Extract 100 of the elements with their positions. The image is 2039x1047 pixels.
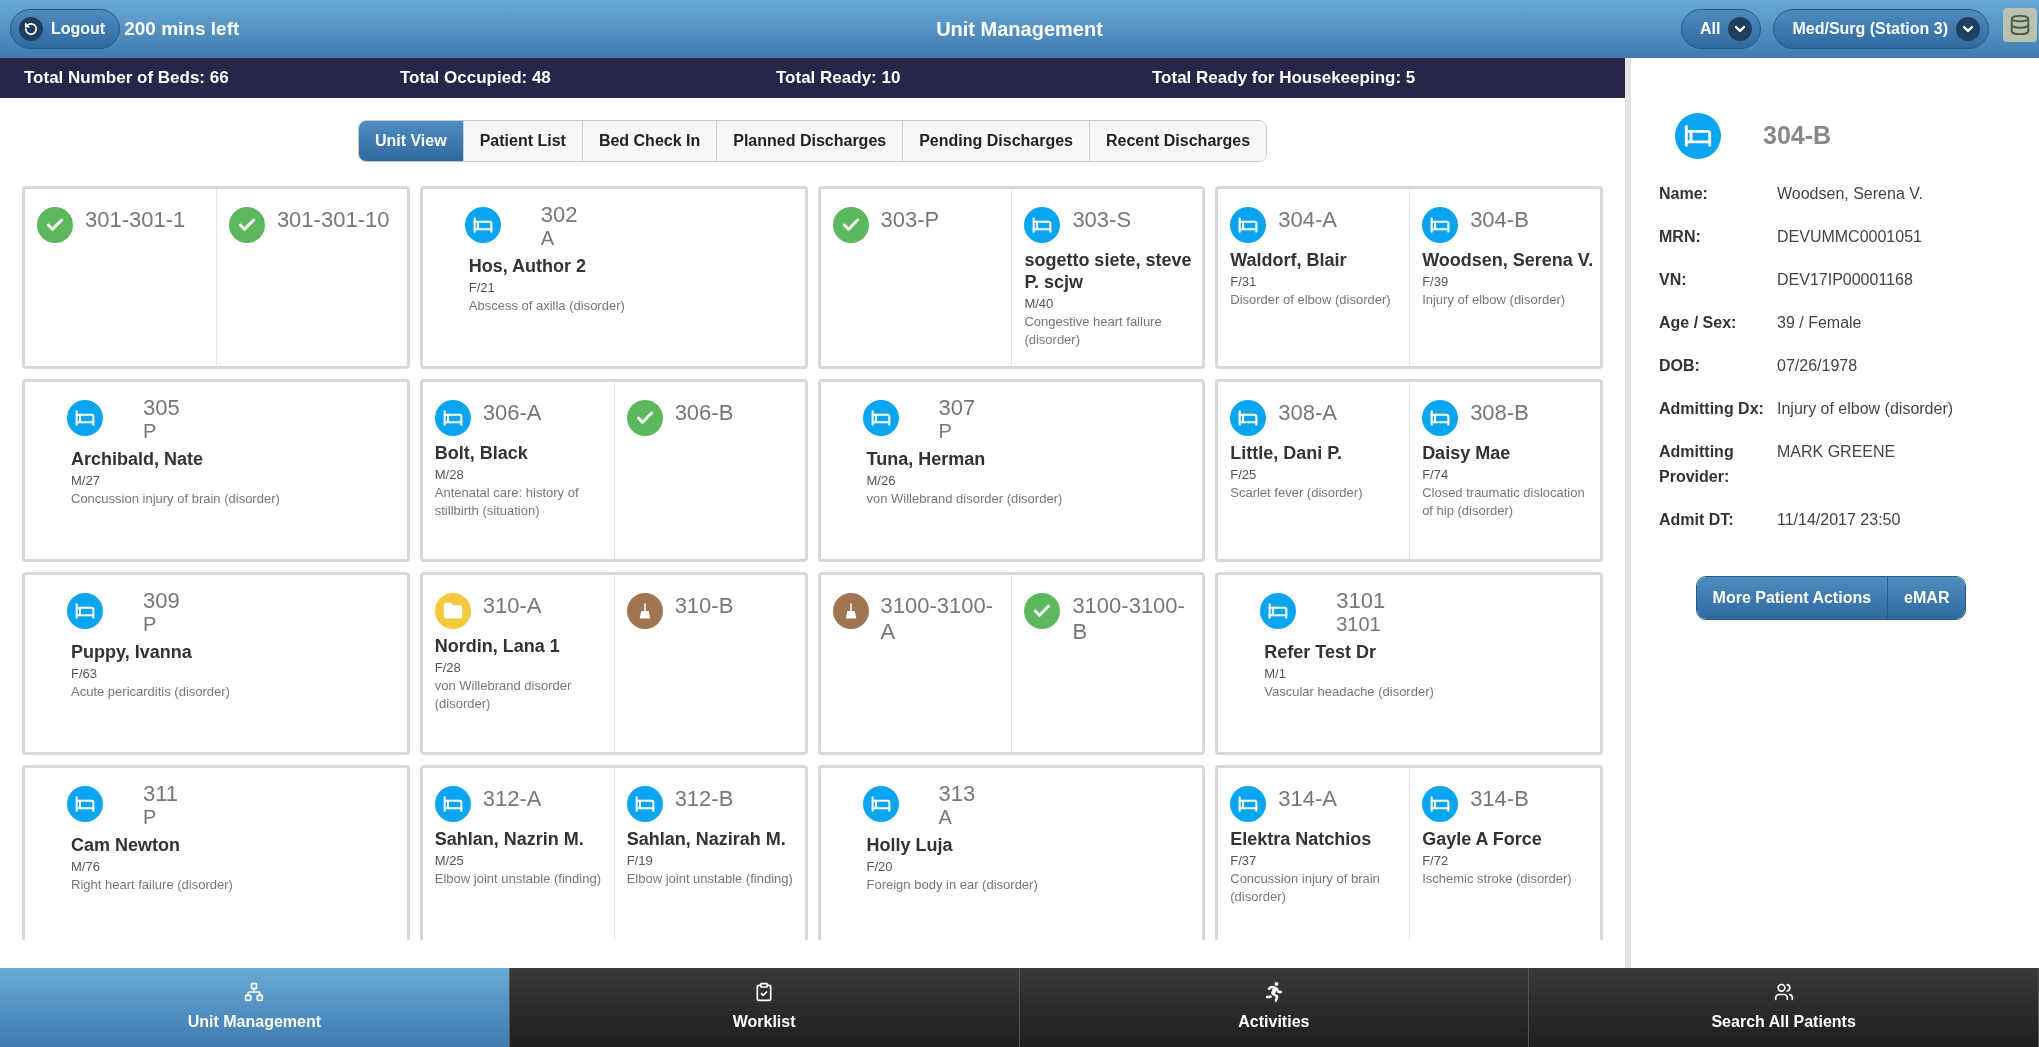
patient-name: Woodsen, Serena V. (1422, 249, 1594, 271)
bed-number: 310-A (482, 593, 542, 619)
patient-name: Nordin, Lana 1 (434, 635, 561, 657)
field-value: 11/14/2017 23:50 (1777, 510, 1901, 530)
bed-number: 303-S (1072, 207, 1132, 233)
bed-card[interactable]: 310-A Nordin, Lana 1 F/28 von Willebrand disorder (disorder) 310-B (419, 572, 808, 755)
filter-dropdown[interactable]: Med/Surg (Station 3) (1773, 9, 1989, 49)
bed-card[interactable]: 307 P Tuna, Herman M/26 von Willebrand disorder (disorder) (817, 379, 1206, 562)
diagnosis: Vascular headache (disorder) (1264, 683, 1435, 701)
sex-age: M/40 (1024, 295, 1055, 313)
bed-number: 312-B (674, 786, 734, 812)
view-tab[interactable]: Pending Discharges (902, 121, 1089, 161)
action-button[interactable]: More Patient Actions (1696, 577, 1888, 619)
bed-card[interactable]: 308-A Little, Dani P. F/25 Scarlet fever (disorder) 308-B Daisy Mae F/74 Closed traumatic dislocation of hip (disorder) (1215, 379, 1603, 562)
patient-name: Daisy Mae (1422, 442, 1512, 464)
bed-card[interactable]: 309 P Puppy, Ivanna F/63 Acute pericarditis (disorder) (22, 572, 410, 755)
bed-card[interactable]: 314-A Elektra Natchios F/37 Concussion injury of brain (disorder) 314-B Gayle A Force F/72 Ischemic stroke (disorder) (1215, 765, 1603, 940)
bed-label: P (143, 420, 157, 442)
bed-number: 306-A (482, 400, 542, 426)
stat-text: Total Ready for Housekeeping: 5 (1152, 67, 1417, 90)
sex-age: F/25 (1230, 466, 1258, 484)
page-title: Unit Management (936, 17, 1103, 42)
patient-name: Tuna, Herman (866, 448, 987, 470)
patient-name: Gayle A Force (1422, 828, 1543, 850)
view-tab[interactable]: Unit View (358, 121, 463, 161)
sex-age: M/27 (71, 472, 101, 490)
diagnosis: Scarlet fever (disorder) (1230, 484, 1364, 502)
bed-number: 3100-3100-B (1072, 593, 1186, 645)
bed-number: 309 (143, 589, 180, 613)
patient-name: Sahlan, Nazrin M. (434, 828, 585, 850)
field-value: Woodsen, Serena V. (1777, 184, 1923, 204)
sex-age: F/19 (626, 852, 654, 870)
bed-number: 303-P (880, 207, 940, 233)
nav-tab[interactable]: Activities (1019, 968, 1530, 1047)
patient-name: Holly Luja (866, 834, 954, 856)
field-label: DOB: (1659, 356, 1701, 376)
sex-age: F/21 (468, 279, 496, 297)
bed-number: 313 (938, 782, 976, 806)
field-label: MRN: (1659, 227, 1702, 247)
patient-name: Elektra Natchios (1230, 828, 1373, 850)
bed-number: 307 (938, 396, 976, 420)
field-label: Age / Sex: (1659, 313, 1738, 333)
view-tab[interactable]: Planned Discharges (716, 121, 903, 161)
view-tab[interactable]: Patient List (462, 121, 582, 161)
sex-age: M/1 (1264, 665, 1287, 683)
sex-age: F/39 (1422, 273, 1450, 291)
bed-number: 308-B (1470, 400, 1529, 426)
diagnosis: Foreign body in ear (disorder) (866, 876, 1039, 894)
logout-button[interactable]: Logout (10, 9, 121, 49)
bed-card[interactable]: 306-A Bolt, Black M/28 Antenatal care: history of stillbirth (situation) 306-B (419, 379, 808, 562)
nav-tab[interactable]: Search All Patients (1529, 968, 2039, 1047)
sex-age: F/37 (1230, 852, 1258, 870)
patient-name: Sahlan, Nazirah M. (626, 828, 787, 850)
logout-icon (19, 17, 43, 41)
filter-dropdown[interactable]: All (1681, 9, 1762, 49)
bed-card[interactable]: 311 P Cam Newton M/76 Right heart failure (disorder) (22, 765, 410, 940)
field-value: 07/26/1978 (1777, 356, 1858, 376)
view-tab[interactable]: Recent Discharges (1089, 121, 1267, 161)
patient-name: Refer Test Dr (1264, 641, 1377, 663)
chevron-icon (1728, 17, 1753, 41)
bed-card[interactable]: 305 P Archibald, Nate M/27 Concussion injury of brain (disorder) (22, 379, 410, 562)
bed-number: 301-301-1 (85, 207, 186, 233)
action-button[interactable]: eMAR (1887, 577, 1966, 619)
bed-card[interactable]: 303-P 303-S sogetto siete, steve P. scjw M/40 Congestive heart failure (disorder) (817, 186, 1206, 369)
nav-tab[interactable]: Unit Management (0, 968, 510, 1047)
clipboard-icon (754, 981, 775, 1002)
field-value: Injury of elbow (disorder) (1777, 399, 1954, 419)
bed-card[interactable]: 313 A Holly Luja F/20 Foreign body in ear (disorder) (817, 765, 1206, 940)
sex-age: F/74 (1422, 466, 1450, 484)
field-label: Admitting Dx: (1659, 399, 1765, 419)
bed-label: P (143, 613, 157, 635)
bed-number: 314-A (1278, 786, 1337, 812)
diagnosis: Abscess of axilla (disorder) (468, 297, 626, 315)
bed-number: 304-B (1470, 207, 1529, 233)
sex-age: F/72 (1422, 852, 1450, 870)
diagnosis: Acute pericarditis (disorder) (71, 683, 231, 701)
bed-card[interactable]: 302 A Hos, Author 2 F/21 Abscess of axilla (disorder) (419, 186, 808, 369)
bed-card[interactable]: 312-A Sahlan, Nazrin M. M/25 Elbow joint unstable (finding) 312-B Sahlan, Nazirah M. F/19 Elbow joint unstable (finding) (419, 765, 808, 940)
sex-age: M/76 (71, 858, 101, 876)
bed-card[interactable]: 3100-3100-A 3100-3100-B (817, 572, 1206, 755)
diagnosis: Congestive heart failure (disorder) (1024, 313, 1163, 349)
field-value: DEVUMMC0001051 (1777, 227, 1922, 247)
diagnosis: Elbow joint unstable (finding) (626, 870, 794, 888)
chevron-icon (1956, 17, 1980, 41)
bed-number: 305 (143, 396, 180, 420)
patient-name: Puppy, Ivanna (71, 641, 193, 663)
bed-card[interactable]: 304-A Waldorf, Blair F/31 Disorder of elbow (disorder) 304-B Woodsen, Serena V. F/39 Injury of elbow (disorder) (1215, 186, 1603, 369)
bed-card[interactable]: 3101 3101 Refer Test Dr M/1 Vascular headache (disorder) (1215, 572, 1603, 755)
view-tab[interactable]: Bed Check In (581, 121, 717, 161)
nav-tab[interactable]: Worklist (509, 968, 1020, 1047)
sex-age: M/26 (866, 472, 897, 490)
field-label: VN: (1659, 270, 1688, 290)
time-left: 200 mins left (124, 16, 240, 41)
stat-text: Total Number of Beds: 66 (24, 67, 230, 90)
diagnosis: Right heart failure (disorder) (71, 876, 234, 894)
bed-card[interactable]: 301-301-1 301-301-10 (22, 186, 410, 369)
field-value: MARK GREENE (1777, 442, 1896, 462)
stat-text: Total Ready: 10 (776, 67, 902, 90)
diagnosis: Concussion injury of brain (disorder) (71, 490, 281, 508)
bed-label: P (938, 420, 952, 442)
